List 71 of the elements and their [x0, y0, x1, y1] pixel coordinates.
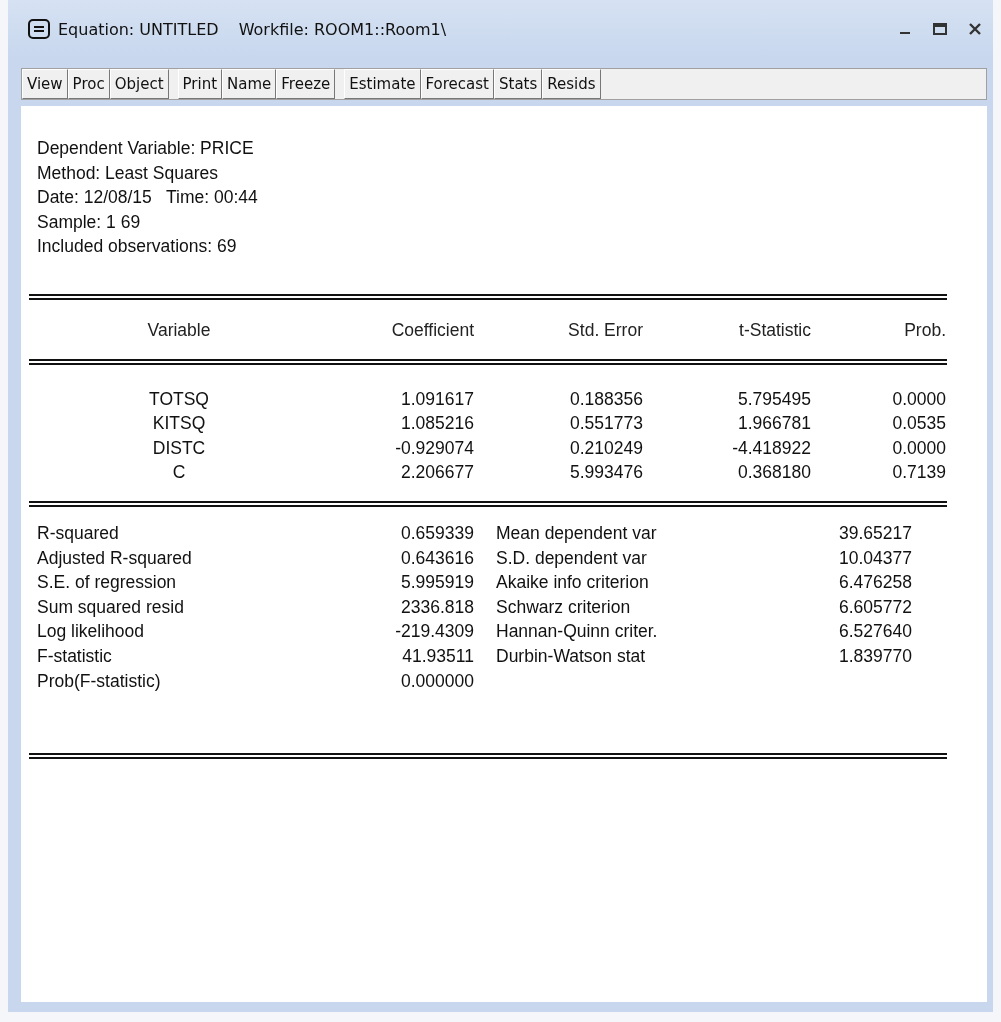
column-header: t-Statistic: [738, 318, 811, 342]
statistic-label: S.E. of regression: [37, 571, 178, 595]
statistic-value: 5.995919: [400, 571, 474, 595]
statistic-label: Durbin-Watson stat: [495, 644, 647, 668]
table-cell-text: 1.091617: [400, 387, 474, 411]
statistic-label: R-squared: [37, 521, 120, 545]
menu-icon[interactable]: [28, 19, 50, 39]
variable-name: KITSQ: [151, 412, 207, 436]
table-cell-text: 5.993476: [569, 461, 643, 485]
window-title: Equation: UNTITLED: [58, 19, 219, 39]
statistic-label: Prob(F-statistic): [37, 669, 162, 693]
table-cell-text: 5.795495: [737, 387, 811, 411]
statistic-label: F-statistic: [37, 644, 113, 668]
header-line: Method: Least Squares: [37, 161, 219, 185]
table-cell-text: 0.7139: [891, 461, 946, 485]
close-icon[interactable]: [969, 23, 981, 35]
statistic-value: 1.839770: [838, 644, 912, 668]
statistic-value: 10.04377: [838, 546, 912, 570]
table-cell-text: 0.0000: [891, 387, 946, 411]
statistic-label: S.D. dependent var: [495, 546, 648, 570]
statistic-label: Adjusted R-squared: [37, 546, 193, 570]
statistic-value: 0.643616: [400, 546, 474, 570]
table-cell-text: 2.206677: [400, 461, 474, 485]
toolbar-button[interactable]: View: [22, 69, 68, 99]
toolbar-button[interactable]: Print: [177, 69, 223, 99]
header-line: Included observations: 69: [37, 235, 238, 259]
header-line: Sample: 1 69: [37, 210, 142, 234]
header-line: Date: 12/08/15 Time: 00:44: [37, 186, 259, 210]
statistic-value: 6.605772: [838, 595, 912, 619]
column-header: Prob.: [903, 318, 946, 342]
statistic-label: Schwarz criterion: [495, 595, 632, 619]
statistic-label: Mean dependent var: [495, 521, 658, 545]
table-cell-text: 1.085216: [400, 412, 474, 436]
toolbar-button[interactable]: Resids: [542, 69, 601, 99]
toolbar-button[interactable]: Proc: [67, 69, 110, 99]
statistic-value: 39.65217: [838, 521, 912, 545]
statistic-value: 0.659339: [400, 521, 474, 545]
column-header: Coefficient: [390, 318, 474, 342]
toolbar-button[interactable]: Estimate: [344, 69, 421, 99]
maximize-icon[interactable]: [933, 23, 947, 35]
statistic-value: 0.000000: [400, 669, 474, 693]
toolbar-button[interactable]: Object: [109, 69, 169, 99]
table-cell-text: 0.210249: [569, 436, 643, 460]
table-cell-text: -0.929074: [394, 436, 474, 460]
table-cell-text: 0.0000: [891, 436, 946, 460]
statistic-label: Log likelihood: [37, 620, 146, 644]
statistic-value: 6.527640: [838, 620, 912, 644]
variable-name: DISTC: [151, 436, 207, 460]
statistic-value: 6.476258: [838, 571, 912, 595]
toolbar-button[interactable]: Freeze: [276, 69, 336, 99]
table-cell-text: 0.551773: [569, 412, 643, 436]
table-cell-text: 1.966781: [737, 412, 811, 436]
statistic-label: Sum squared resid: [37, 595, 185, 619]
table-cell-text: 0.368180: [737, 461, 811, 485]
workfile-label: Workfile: ROOM1::Room1\: [238, 19, 447, 39]
toolbar-button[interactable]: Stats: [494, 69, 543, 99]
statistic-value: 2336.818: [400, 595, 474, 619]
statistic-value: 41.93511: [401, 644, 474, 668]
statistic-value: -219.4309: [394, 620, 474, 644]
column-header: Variable: [146, 318, 212, 342]
statistic-label: Akaike info criterion: [495, 571, 650, 595]
table-cell-text: 0.188356: [569, 387, 643, 411]
variable-name: C: [171, 461, 187, 485]
variable-name: TOTSQ: [148, 387, 210, 411]
toolbar-button[interactable]: Forecast: [420, 69, 494, 99]
table-cell-text: 0.0535: [891, 412, 946, 436]
table-cell-text: -4.418922: [731, 436, 811, 460]
toolbar-button[interactable]: Name: [222, 69, 277, 99]
column-header: Std. Error: [567, 318, 643, 342]
header-line: Dependent Variable: PRICE: [37, 137, 255, 160]
statistic-label: Hannan-Quinn criter.: [495, 620, 659, 644]
